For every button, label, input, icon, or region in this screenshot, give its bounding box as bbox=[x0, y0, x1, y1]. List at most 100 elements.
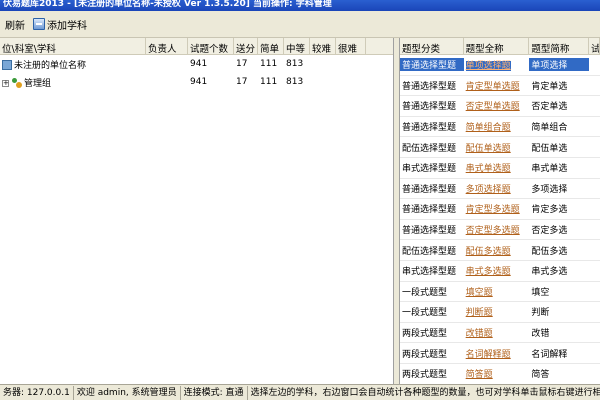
row-fullname-link[interactable]: 配伍多选题 bbox=[466, 247, 511, 257]
row-fullname-cell: 肯定型多选题 bbox=[464, 202, 530, 215]
row-fullname-link[interactable]: 简答题 bbox=[466, 370, 493, 380]
header-shortname[interactable]: 题型简称 bbox=[529, 38, 590, 54]
row-fullname-cell: 配伍单选题 bbox=[464, 141, 530, 154]
header-count[interactable]: 试题个数 bbox=[188, 38, 234, 54]
row-shortname: 名词解释 bbox=[531, 349, 568, 360]
row-category: 配伍选择型题 bbox=[402, 143, 457, 154]
row-category: 串式选择型题 bbox=[402, 164, 457, 175]
row-fullname-link[interactable]: 肯定型单选题 bbox=[466, 82, 520, 92]
header-hard[interactable]: 较难 bbox=[310, 38, 336, 54]
row-fullname-link[interactable]: 名词解释题 bbox=[466, 350, 511, 360]
row-shortname: 填空 bbox=[531, 287, 550, 298]
row-shortname: 简答 bbox=[531, 370, 550, 381]
row-fullname-cell: 串式多选题 bbox=[464, 264, 530, 277]
question-type-row[interactable]: 普通选择型题 多项选择题 多项选择 bbox=[400, 179, 600, 200]
header-send[interactable]: 送分 bbox=[234, 38, 258, 54]
refresh-label: 刷新 bbox=[5, 20, 25, 32]
question-type-row[interactable]: 两段式题型 简答题 简答 bbox=[400, 364, 600, 384]
question-type-row[interactable]: 两段式题型 改错题 改错 bbox=[400, 323, 600, 344]
header-simple[interactable]: 简单 bbox=[258, 38, 284, 54]
group-simple: 111 bbox=[260, 77, 278, 87]
row-fullname-cell: 单项选择题 bbox=[464, 58, 530, 72]
row-fullname-link[interactable]: 串式单选题 bbox=[466, 164, 511, 174]
window-title: 伏易题库2013 - [未注册的单位名称-未授权 Ver 1.3.5.20] 当… bbox=[3, 0, 332, 9]
row-fullname-cell: 否定型单选题 bbox=[464, 99, 530, 112]
row-category: 串式选择型题 bbox=[402, 267, 457, 278]
header-vhard[interactable]: 很难 bbox=[336, 38, 366, 54]
status-server: 务器: 127.0.0.1 bbox=[0, 385, 74, 400]
row-shortname: 判断 bbox=[531, 308, 550, 319]
refresh-button[interactable]: 刷新 bbox=[2, 14, 28, 34]
row-fullname-link[interactable]: 改错题 bbox=[466, 329, 493, 339]
row-fullname-link[interactable]: 判断题 bbox=[466, 308, 493, 318]
header-mid[interactable]: 中等 bbox=[284, 38, 310, 54]
row-category: 普通选择型题 bbox=[402, 81, 457, 92]
row-fullname-link[interactable]: 否定型多选题 bbox=[466, 226, 520, 236]
row-fullname-cell: 名词解释题 bbox=[464, 347, 530, 360]
org-name: 未注册的单位名称 bbox=[14, 60, 87, 71]
row-fullname-cell: 多项选择题 bbox=[464, 182, 530, 195]
row-shortname: 否定单选 bbox=[531, 102, 568, 113]
row-category: 普通选择型题 bbox=[400, 58, 464, 72]
question-type-row[interactable]: 一段式题型 判断题 判断 bbox=[400, 302, 600, 323]
question-type-row[interactable]: 普通选择型题 肯定型多选题 肯定多选 bbox=[400, 199, 600, 220]
org-simple: 111 bbox=[260, 59, 278, 69]
row-fullname-cell: 简答题 bbox=[464, 367, 530, 380]
group-name: 管理组 bbox=[24, 78, 52, 89]
row-shortname: 串式单选 bbox=[531, 164, 568, 175]
row-category: 普通选择型题 bbox=[402, 184, 457, 195]
row-shortname: 简单组合 bbox=[531, 123, 568, 134]
status-welcome: 欢迎 admin, 系统管理员 bbox=[74, 385, 181, 400]
row-shortname: 否定多选 bbox=[531, 226, 568, 237]
group-count: 941 bbox=[190, 77, 208, 87]
row-fullname-cell: 判断题 bbox=[464, 305, 530, 318]
question-type-table[interactable]: 题型分类 题型全称 题型简称 试题 普通选择型题单项选择题单项选择普通选择型题肯… bbox=[399, 38, 600, 384]
window-titlebar: 伏易题库2013 - [未注册的单位名称-未授权 Ver 1.3.5.20] 当… bbox=[0, 0, 600, 11]
row-fullname-link[interactable]: 配伍单选题 bbox=[466, 144, 511, 154]
question-type-row[interactable]: 普通选择型题 简单组合题 简单组合 bbox=[400, 117, 600, 138]
header-category[interactable]: 题型分类 bbox=[400, 38, 464, 54]
question-type-row[interactable]: 普通选择型题 单项选择题 单项选择 bbox=[400, 55, 600, 76]
add-subject-label: 添加学科 bbox=[47, 20, 87, 32]
header-name[interactable]: 位\科室\学科 bbox=[0, 38, 146, 54]
row-shortname: 肯定多选 bbox=[531, 205, 568, 216]
question-type-row[interactable]: 两段式题型 名词解释题 名词解释 bbox=[400, 343, 600, 364]
row-fullname-link[interactable]: 填空题 bbox=[466, 288, 493, 298]
subject-table-header: 位\科室\学科 负责人 试题个数 送分 简单 中等 较难 很难 bbox=[0, 38, 393, 55]
expand-toggle-icon[interactable]: + bbox=[2, 79, 9, 87]
question-type-row[interactable]: 普通选择型题 否定型多选题 否定多选 bbox=[400, 220, 600, 241]
row-shortname: 配伍多选 bbox=[531, 246, 568, 257]
question-type-row[interactable]: 普通选择型题 肯定型单选题 肯定单选 bbox=[400, 76, 600, 97]
row-fullname-link[interactable]: 多项选择题 bbox=[466, 185, 511, 195]
header-owner[interactable]: 负责人 bbox=[146, 38, 188, 54]
row-category: 一段式题型 bbox=[402, 308, 448, 319]
row-fullname-link[interactable]: 单项选择题 bbox=[465, 61, 511, 72]
organization-icon bbox=[2, 60, 12, 70]
row-fullname-cell: 否定型多选题 bbox=[464, 223, 530, 236]
row-category: 配伍选择型题 bbox=[402, 246, 457, 257]
tree-row-org[interactable]: 未注册的单位名称 941 17 111 813 bbox=[0, 55, 393, 73]
question-type-row[interactable]: 串式选择型题 串式多选题 串式多选 bbox=[400, 261, 600, 282]
header-questions[interactable]: 试题 bbox=[589, 38, 600, 54]
add-subject-button[interactable]: 添加学科 bbox=[30, 14, 90, 34]
row-fullname-cell: 简单组合题 bbox=[464, 120, 530, 133]
subject-tree-table[interactable]: 位\科室\学科 负责人 试题个数 送分 简单 中等 较难 很难 未注册的单位名称… bbox=[0, 38, 394, 384]
question-type-row[interactable]: 普通选择型题 否定型单选题 否定单选 bbox=[400, 96, 600, 117]
row-fullname-link[interactable]: 串式多选题 bbox=[466, 267, 511, 277]
row-shortname: 配伍单选 bbox=[531, 143, 568, 154]
question-type-row[interactable]: 一段式题型 填空题 填空 bbox=[400, 282, 600, 303]
group-send: 17 bbox=[236, 77, 248, 87]
row-fullname-link[interactable]: 否定型单选题 bbox=[466, 102, 520, 112]
question-type-row[interactable]: 配伍选择型题 配伍多选题 配伍多选 bbox=[400, 240, 600, 261]
question-type-row[interactable]: 串式选择型题 串式单选题 串式单选 bbox=[400, 158, 600, 179]
tree-row-group[interactable]: + 管理组 941 17 111 813 bbox=[0, 73, 393, 91]
question-type-row[interactable]: 配伍选择型题 配伍单选题 配伍单选 bbox=[400, 137, 600, 158]
org-mid: 813 bbox=[286, 59, 304, 69]
row-fullname-link[interactable]: 肯定型多选题 bbox=[466, 205, 520, 215]
header-fullname[interactable]: 题型全称 bbox=[464, 38, 530, 54]
group-icon bbox=[11, 78, 22, 88]
status-hint: 选择左边的学科，右边窗口会自动统计各种题型的数量，也可对学科单击鼠标右键进行相关… bbox=[250, 387, 600, 398]
org-count: 941 bbox=[190, 59, 208, 69]
row-fullname-link[interactable]: 简单组合题 bbox=[466, 123, 511, 133]
row-category: 普通选择型题 bbox=[402, 102, 457, 113]
